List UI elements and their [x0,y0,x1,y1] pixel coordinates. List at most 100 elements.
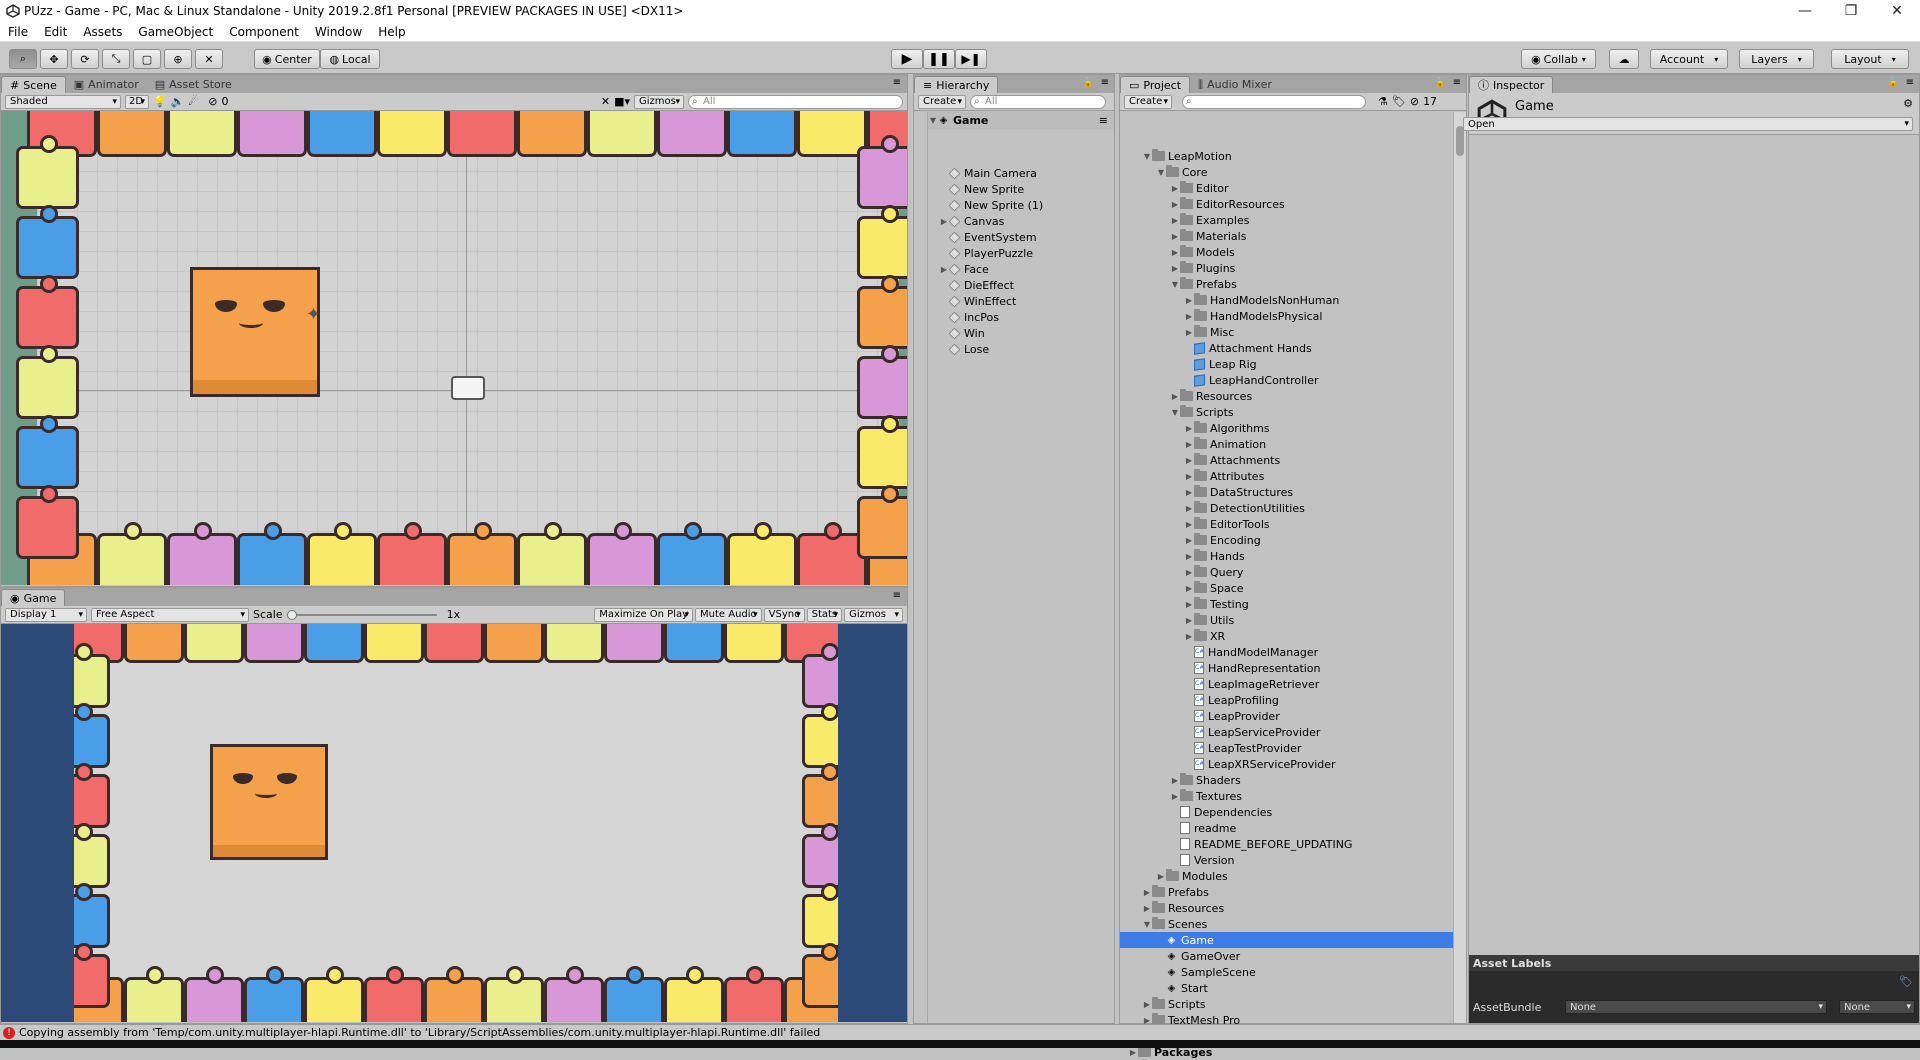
expand-arrow-icon[interactable]: ▶ [1184,504,1194,513]
vsync-toggle[interactable]: VSync [763,607,805,622]
toggle-2d-button[interactable]: 2D [125,94,149,109]
project-item[interactable]: ▶ Animation [1120,436,1453,452]
project-item[interactable]: ▶ HandModelsNonHuman [1120,292,1453,308]
expand-arrow-icon[interactable]: ▶ [1184,312,1194,321]
space-local-toggle[interactable]: ◍ Local [320,49,380,69]
expand-arrow-icon[interactable]: ▶ [1184,440,1194,449]
cloud-button[interactable]: ☁ [1609,49,1639,69]
scene-menu-icon[interactable]: ≡ [1099,114,1108,127]
project-item[interactable]: C# LeapProfiling [1120,692,1453,708]
panel-menu-icon[interactable]: ≡ [893,590,901,601]
tab-inspector[interactable]: ⓘ Inspector [1469,76,1554,93]
scene-header-row[interactable]: ▼ ◈ Game ≡ [914,112,1114,129]
project-item[interactable]: C# LeapXRServiceProvider [1120,756,1453,772]
hierarchy-item[interactable]: PlayerPuzzle [914,245,1114,261]
layout-dropdown[interactable]: Layout ▾ [1831,49,1909,69]
hierarchy-item[interactable]: Lose [914,341,1114,357]
expand-arrow-icon[interactable]: ▶ [1184,584,1194,593]
move-tool-button[interactable]: ✥ [40,49,68,69]
game-gizmos-dropdown[interactable]: Gizmos [844,607,903,622]
expand-arrow-icon[interactable]: ▶ [1170,216,1180,225]
hidden-packages-icon[interactable]: ⊘ [1410,95,1419,108]
expand-arrow-icon[interactable]: ▶ [1184,568,1194,577]
project-item[interactable]: Dependencies [1120,804,1453,820]
hierarchy-create-dropdown[interactable]: Create [918,94,966,109]
project-item[interactable]: ▶ Encoding [1120,532,1453,548]
expand-arrow-icon[interactable]: ▶ [1170,264,1180,273]
expand-arrow-icon[interactable]: ▶ [1184,600,1194,609]
tab-scene[interactable]: # Scene [1,76,66,93]
expand-arrow-icon[interactable]: ▶ [1170,200,1180,209]
project-item[interactable]: Version [1120,852,1453,868]
project-item[interactable]: C# LeapProvider [1120,708,1453,724]
layers-dropdown[interactable]: Layers ▾ [1739,49,1814,69]
game-viewport[interactable] [1,624,907,1022]
project-item[interactable]: ▶ Prefabs [1120,884,1453,900]
project-search-input[interactable] [1182,94,1366,109]
collapse-arrow-icon[interactable]: ▼ [1142,152,1152,161]
minimize-button[interactable]: — [1782,0,1828,22]
asset-bundle-dropdown[interactable]: None [1565,1000,1827,1014]
expand-arrow-icon[interactable]: ▶ [1184,552,1194,561]
collab-dropdown[interactable]: ◉ Collab ▾ [1521,49,1596,69]
project-item[interactable]: ▶ Shaders [1120,772,1453,788]
project-item[interactable]: ◈ Start [1120,980,1453,996]
project-item[interactable]: ▶ Editor [1120,180,1453,196]
tab-hierarchy[interactable]: ≡ Hierarchy [914,76,999,93]
project-item[interactable]: ◈ Game [1120,932,1453,948]
project-item[interactable]: ▶ Testing [1120,596,1453,612]
project-item[interactable]: ▶ Space [1120,580,1453,596]
hierarchy-item[interactable]: Win [914,325,1114,341]
hierarchy-item[interactable]: WinEffect [914,293,1114,309]
project-item[interactable]: C# HandModelManager [1120,644,1453,660]
project-item[interactable]: C# LeapServiceProvider [1120,724,1453,740]
step-button[interactable]: ▶❚ [955,49,987,69]
effects-icon[interactable]: ☄ [188,95,198,108]
tab-animator[interactable]: ▣ Animator [66,76,147,93]
expand-arrow-icon[interactable]: ▶ [1184,456,1194,465]
lighting-icon[interactable]: 💡 [153,95,167,108]
project-item[interactable]: ◈ SampleScene [1120,964,1453,980]
expand-arrow-icon[interactable]: ▶ [1184,520,1194,529]
tools-icon[interactable]: ✕ [601,95,610,108]
project-item[interactable]: C# LeapImageRetriever [1120,676,1453,692]
project-item[interactable]: ▼ LeapMotion [1120,148,1453,164]
close-button[interactable]: ✕ [1874,0,1920,22]
expand-arrow-icon[interactable]: ▶ [1170,232,1180,241]
settings-gear-icon[interactable]: ⚙ [1903,97,1913,110]
menu-assets[interactable]: Assets [75,25,130,39]
pause-button[interactable]: ❚❚ [923,49,955,69]
asset-variant-dropdown[interactable]: None [1839,1000,1915,1014]
project-item[interactable]: ▶ EditorResources [1120,196,1453,212]
expand-arrow-icon[interactable]: ▶ [1170,248,1180,257]
collapse-arrow-icon[interactable]: ▼ [1170,408,1180,417]
audio-icon[interactable]: 🔈 [171,95,185,108]
expand-arrow-icon[interactable]: ▶ [1170,776,1180,785]
project-item[interactable]: ▶ Scripts [1120,996,1453,1012]
project-create-dropdown[interactable]: Create [1124,94,1172,109]
expand-arrow-icon[interactable]: ▶ [1184,632,1194,641]
project-item[interactable]: ▶ Misc [1120,324,1453,340]
hierarchy-item[interactable]: New Sprite [914,181,1114,197]
gizmos-dropdown[interactable]: Gizmos [634,94,684,109]
collapse-arrow-icon[interactable]: ▼ [1170,280,1180,289]
shading-mode-dropdown[interactable]: Shaded [5,94,121,109]
expand-arrow-icon[interactable]: ▶ [1128,1048,1138,1057]
project-item[interactable]: ▶ Attributes [1120,468,1453,484]
project-item[interactable]: ▶ DetectionUtilities [1120,500,1453,516]
project-item[interactable]: ▶ Hands [1120,548,1453,564]
expand-arrow-icon[interactable]: ▶ [1184,488,1194,497]
project-item[interactable]: ▶ EditorTools [1120,516,1453,532]
menu-help[interactable]: Help [370,25,413,39]
tab-game[interactable]: ◉ Game [1,589,66,606]
aspect-dropdown[interactable]: Free Aspect [91,607,249,622]
search-by-type-icon[interactable]: ⚗ [1378,95,1388,108]
lock-icon[interactable]: 🔒 [1888,78,1899,88]
project-item[interactable]: ▶ Resources [1120,388,1453,404]
expand-arrow-icon[interactable]: ▶ [1184,616,1194,625]
project-item[interactable]: LeapHandController [1120,372,1453,388]
scene-search-input[interactable]: All [688,94,903,109]
hierarchy-item[interactable]: IncPos [914,309,1114,325]
hierarchy-search-input[interactable]: All [970,94,1106,109]
expand-arrow-icon[interactable]: ▼ [928,116,938,125]
